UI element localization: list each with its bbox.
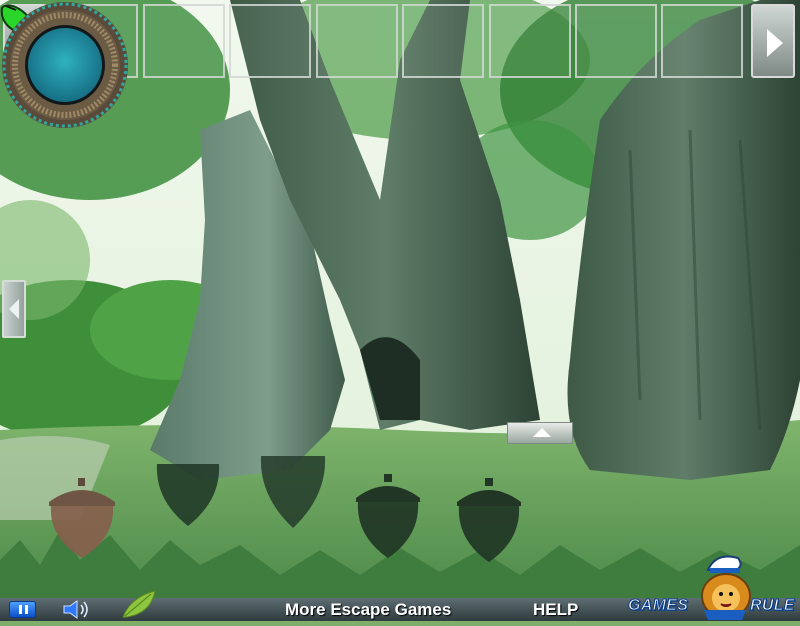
inventory-slot[interactable] xyxy=(229,4,311,78)
acorn-slot[interactable] xyxy=(257,452,329,530)
logo-text-rule: RULE xyxy=(750,597,795,615)
leaf-icon xyxy=(122,590,156,618)
inventory-slot[interactable] xyxy=(402,4,484,78)
inventory-slot[interactable] xyxy=(575,4,657,78)
help-link[interactable]: HELP xyxy=(533,598,578,621)
scene-up-button[interactable] xyxy=(507,422,573,444)
acorn-slot-filled[interactable] xyxy=(45,476,119,560)
inventory-next-button[interactable] xyxy=(751,4,795,78)
pause-button[interactable] xyxy=(9,601,36,618)
round-portal[interactable] xyxy=(0,0,130,130)
left-arrow-icon xyxy=(9,299,19,319)
acorn-slot[interactable] xyxy=(153,460,223,528)
logo-text-games: GAMES xyxy=(627,597,689,615)
inventory-slot[interactable] xyxy=(316,4,398,78)
acorn-slot[interactable] xyxy=(453,476,525,564)
inventory-slot[interactable] xyxy=(489,4,571,78)
acorn-slot[interactable] xyxy=(352,472,424,560)
scene-back-button[interactable] xyxy=(2,280,26,338)
speaker-icon[interactable] xyxy=(62,599,92,620)
inventory-slot[interactable] xyxy=(143,4,225,78)
pause-icon xyxy=(19,605,22,614)
games-rule-logo[interactable]: GAMES RULE xyxy=(626,548,798,621)
game-scene xyxy=(0,0,800,598)
right-arrow-icon xyxy=(767,29,783,57)
up-arrow-icon xyxy=(533,428,551,437)
inventory-slot[interactable] xyxy=(661,4,743,78)
more-escape-games-link[interactable]: More Escape Games xyxy=(285,598,451,621)
